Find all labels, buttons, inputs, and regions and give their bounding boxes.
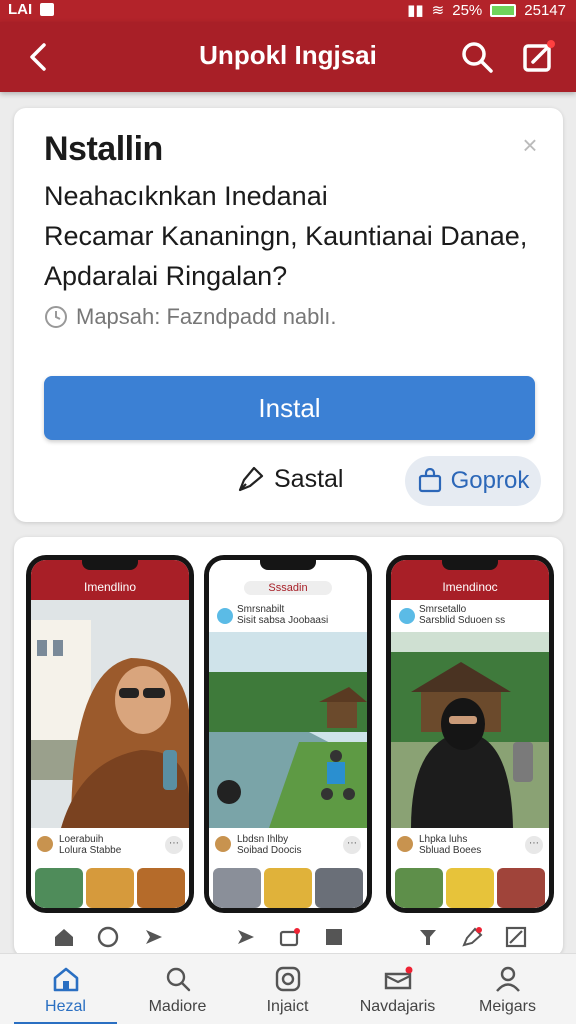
nav-item-inbox[interactable]: Navdajaris xyxy=(340,954,455,1024)
instagram-icon xyxy=(273,964,303,994)
phone-footer: Lbdsn Ihlby Soibad Doocis ⋯ xyxy=(209,828,367,908)
circle-icon xyxy=(96,925,120,949)
preview-phone: Imendinoc Smrsetallo Sarsblid Sduoen ss xyxy=(386,555,554,913)
goprok-button[interactable]: Goprok xyxy=(405,456,541,506)
post-author: Lhpka luhs xyxy=(419,834,468,845)
install-card: × Nstallin Neahacıknkan Inedanai Recamar… xyxy=(14,108,563,522)
phone-footer: Lhpka luhs Sbluad Boees ⋯ xyxy=(391,828,549,908)
nav-item-home[interactable]: Hezal xyxy=(8,954,123,1024)
bag-icon xyxy=(418,468,441,493)
post-subtitle: Soibad Doocis xyxy=(237,845,302,856)
description-line: Neahacıknkan Inedanai xyxy=(44,181,328,211)
sastal-button[interactable]: Sastal xyxy=(236,464,343,494)
pin-icon xyxy=(416,925,440,949)
goprok-label: Goprok xyxy=(450,467,530,494)
back-button[interactable] xyxy=(22,38,56,76)
preview-phone: Imendlino Loerabuih Lolura Stabbe ⋯ xyxy=(26,555,194,913)
river-photo xyxy=(209,632,367,828)
preview-phone: Sssadin Smrsnabilt Sisit sabsa Joobaasi xyxy=(204,555,372,913)
preview-card: Imendlino Loerabuih Lolura Stabbe ⋯ Sssa… xyxy=(14,537,563,957)
status-bar: LAI ▮▮ ≋ 25% 25147 xyxy=(0,0,576,22)
nav-item-profile[interactable]: Meigars xyxy=(450,954,565,1024)
forward-icon xyxy=(234,925,258,949)
post-subtitle: Sbluad Boees xyxy=(419,845,482,856)
nav-label: Hezal xyxy=(45,998,86,1015)
clock-icon xyxy=(45,306,67,328)
nav-item-instagram[interactable]: Injaict xyxy=(230,954,345,1024)
nav-label: Madiore xyxy=(148,998,207,1015)
notification-icon xyxy=(40,3,55,16)
tag-icon xyxy=(460,925,484,949)
phone-header-title: Imendinoc xyxy=(442,580,498,594)
close-icon[interactable]: × xyxy=(519,132,541,158)
carrier-label: LAI xyxy=(8,1,33,18)
phone-header-title: Sssadin xyxy=(244,581,332,595)
description-line: Recamar Kananingn, Kauntianai Danae, xyxy=(44,221,528,251)
wifi-icon: ≋ xyxy=(431,2,445,19)
nav-label: Navdajaris xyxy=(359,998,436,1015)
battery-icon xyxy=(490,3,517,17)
post-author: Smrsnabilt xyxy=(237,604,285,615)
more-icon[interactable]: ⋯ xyxy=(343,836,361,854)
search-button[interactable] xyxy=(458,38,496,76)
phone-header-title: Imendlino xyxy=(83,580,137,594)
home-icon xyxy=(51,964,81,994)
more-icon[interactable]: ⋯ xyxy=(525,836,543,854)
description-line: Apdaralai Ringalan? xyxy=(44,261,288,291)
compose-button[interactable] xyxy=(520,38,558,76)
install-meta: Mapsah: Fazndpadd nablı. xyxy=(44,304,337,330)
more-icon[interactable]: ⋯ xyxy=(165,836,183,854)
post-header: Smrsnabilt Sisit sabsa Joobaasi xyxy=(209,600,367,632)
search-icon xyxy=(462,42,493,73)
search-icon xyxy=(163,964,193,994)
bookmark-icon xyxy=(322,925,346,949)
post-author: Loerabuih xyxy=(59,834,104,845)
post-header: Smrsetallo Sarsblid Sduoen ss xyxy=(391,600,549,632)
woman-photo xyxy=(31,600,189,828)
home-icon xyxy=(52,925,76,949)
post-author: Lbdsn Ihlby xyxy=(237,834,289,845)
app-bar: Unpokl Ingjsai xyxy=(0,22,576,92)
meta-text: Mapsah: Fazndpadd nablı. xyxy=(76,304,337,329)
send-icon xyxy=(142,925,166,949)
nav-label: Meigars xyxy=(479,998,536,1015)
nav-label: Injaict xyxy=(266,998,309,1015)
inbox-icon xyxy=(383,964,413,994)
nav-item-search[interactable]: Madiore xyxy=(120,954,235,1024)
preview-icon-row xyxy=(14,923,563,953)
battery-percent: 25% xyxy=(452,1,483,19)
tag-icon xyxy=(238,466,264,492)
sastal-label: Sastal xyxy=(274,464,344,493)
page-title: Unpokl Ingjsai xyxy=(199,40,377,70)
install-title: Nstallin xyxy=(44,130,163,168)
edit-icon xyxy=(504,925,528,949)
post-subtitle: Lolura Stabbe xyxy=(59,845,122,856)
post-subtitle: Sisit sabsa Joobaasi xyxy=(237,615,329,626)
avatar xyxy=(217,608,233,624)
compose-icon xyxy=(523,40,555,72)
inbox-icon xyxy=(278,925,302,949)
chevron-left-icon xyxy=(30,43,46,71)
avatar xyxy=(399,608,415,624)
avatar xyxy=(397,836,413,852)
bottom-nav: Hezal Madiore Injaict Navdajaris Meigars xyxy=(0,953,576,1024)
avatar xyxy=(215,836,231,852)
install-description: Neahacıknkan Inedanai Recamar Kananingn,… xyxy=(44,176,544,296)
post-author: Smrsetallo xyxy=(419,604,467,615)
masked-person-photo xyxy=(391,632,549,828)
profile-icon xyxy=(493,964,523,994)
signal-icon: ▮▮ xyxy=(407,2,424,19)
clock-time: 25147 xyxy=(524,1,566,19)
phone-footer: Loerabuih Lolura Stabbe ⋯ xyxy=(31,828,189,908)
post-subtitle: Sarsblid Sduoen ss xyxy=(419,615,506,626)
avatar xyxy=(37,836,53,852)
install-button[interactable]: Instal xyxy=(44,376,535,440)
